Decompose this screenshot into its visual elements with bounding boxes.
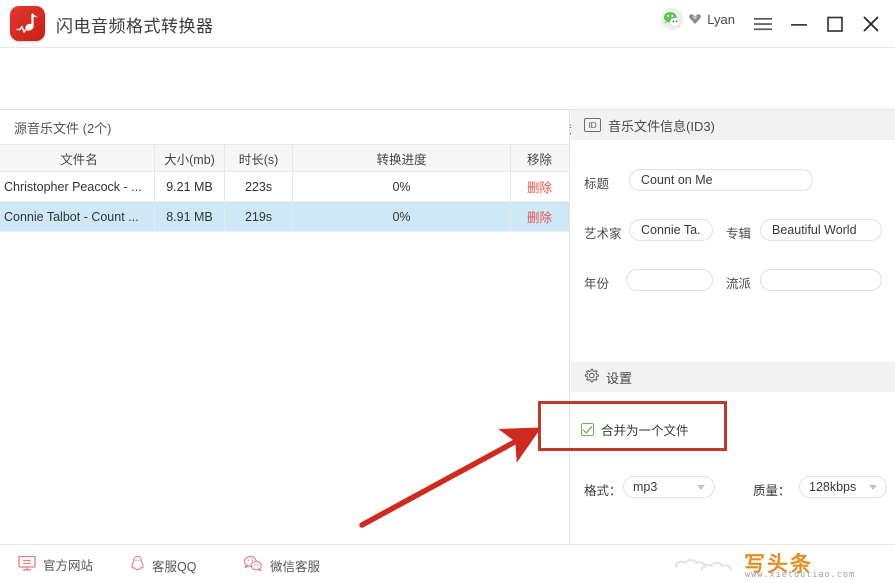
- quality-label: 质量：: [753, 484, 791, 498]
- maximize-icon[interactable]: [817, 4, 853, 44]
- settings-section-title: 设置: [606, 370, 633, 386]
- footer-bar: 官方网站 客服QQ 微信客服: [0, 544, 895, 583]
- column-header-remove: 移除: [526, 152, 552, 167]
- merge-files-checkbox-row[interactable]: 合并为一个文件: [581, 420, 689, 439]
- format-select[interactable]: mp3: [623, 476, 715, 498]
- delete-row-link[interactable]: 删除: [527, 177, 552, 196]
- album-input[interactable]: [760, 219, 882, 241]
- hamburger-menu-icon[interactable]: [745, 4, 781, 44]
- file-list-panel: 源音乐文件 (2个) 文件名 大小(mb) 时长(s) 转换进度 移除 Chri…: [0, 110, 570, 544]
- file-list-title: 源音乐文件 (2个): [14, 121, 112, 136]
- user-name: Lyan: [707, 11, 735, 27]
- user-area[interactable]: Lyan: [661, 8, 735, 30]
- wechat-icon: [243, 555, 263, 575]
- title-input[interactable]: [629, 169, 813, 191]
- title-field-label: 标题: [584, 177, 610, 191]
- toolbar: 添加文件 添加文件夹 清除列表 输出目录： 原文件夹 自定义: [0, 48, 895, 143]
- wechat-avatar-icon[interactable]: [661, 8, 684, 30]
- wechat-support-link[interactable]: 微信客服: [243, 555, 320, 575]
- app-logo: [10, 6, 45, 41]
- id3-section-title: 音乐文件信息(ID3): [608, 118, 715, 134]
- cell-remove: 删除: [511, 172, 568, 201]
- cell-duration: 219s: [225, 202, 293, 231]
- id3-section-header: ID 音乐文件信息(ID3): [571, 110, 895, 140]
- year-field-label: 年份: [584, 277, 610, 291]
- artist-input[interactable]: [629, 219, 713, 241]
- column-header-filename: 文件名: [0, 145, 155, 171]
- table-row[interactable]: Christopher Peacock - ... 9.21 MB 223s 0…: [0, 172, 569, 202]
- window-controls: [745, 0, 889, 48]
- format-label: 格式：: [584, 484, 622, 498]
- cell-size: 9.21 MB: [155, 172, 225, 201]
- genre-field-label: 流派: [726, 277, 752, 291]
- cell-duration: 223s: [225, 172, 293, 201]
- file-list-header: 文件名 大小(mb) 时长(s) 转换进度 移除: [0, 144, 569, 172]
- cell-filename: Connie Talbot - Count ...: [0, 202, 155, 231]
- genre-input[interactable]: [760, 269, 882, 291]
- qq-support-label: 客服QQ: [152, 559, 197, 574]
- chevron-down-icon: [869, 485, 877, 490]
- heart-badge-icon: [688, 12, 702, 26]
- column-header-progress: 转换进度: [293, 145, 511, 171]
- official-website-link[interactable]: 官方网站: [18, 555, 93, 574]
- cell-size: 8.91 MB: [155, 202, 225, 231]
- wechat-support-label: 微信客服: [270, 559, 321, 574]
- column-header-duration: 时长(s): [225, 145, 293, 171]
- music-note-icon: [16, 13, 39, 33]
- minimize-icon[interactable]: [781, 4, 817, 44]
- album-field-label: 专辑: [726, 227, 752, 241]
- monitor-icon: [18, 555, 36, 574]
- title-bar: 闪电音频格式转换器 Lyan: [0, 0, 895, 48]
- format-value: mp3: [633, 480, 658, 494]
- application-window: 闪电音频格式转换器 Lyan 源音乐文件 (2个) 文件名 大小(mb) 时长(…: [0, 0, 895, 583]
- qq-support-link[interactable]: 客服QQ: [130, 555, 196, 575]
- artist-field-label: 艺术家: [584, 227, 622, 241]
- year-input[interactable]: [626, 269, 713, 291]
- id-badge-icon: ID: [584, 118, 601, 132]
- merge-files-checkbox[interactable]: [581, 423, 594, 436]
- cell-progress: 0%: [293, 172, 511, 201]
- gear-icon: [584, 368, 599, 386]
- official-website-label: 官方网站: [43, 559, 94, 573]
- cell-filename: Christopher Peacock - ...: [0, 172, 155, 201]
- column-header-size: 大小(mb): [155, 145, 225, 171]
- chevron-down-icon: [697, 485, 705, 490]
- info-settings-panel: ID 音乐文件信息(ID3) 标题 艺术家 专辑 年份 流派 设置 合并为一个文…: [571, 110, 895, 544]
- quality-select[interactable]: 128kbps: [799, 476, 887, 498]
- cell-remove: 删除: [511, 202, 568, 231]
- cell-progress: 0%: [293, 202, 511, 231]
- close-icon[interactable]: [853, 4, 889, 44]
- delete-row-link[interactable]: 删除: [527, 207, 552, 226]
- quality-value: 128kbps: [809, 480, 857, 494]
- merge-files-label: 合并为一个文件: [601, 424, 689, 438]
- table-row[interactable]: Connie Talbot - Count ... 8.91 MB 219s 0…: [0, 202, 569, 232]
- qq-penguin-icon: [130, 555, 145, 575]
- settings-section-header: 设置: [571, 362, 895, 392]
- app-title: 闪电音频格式转换器: [56, 17, 214, 36]
